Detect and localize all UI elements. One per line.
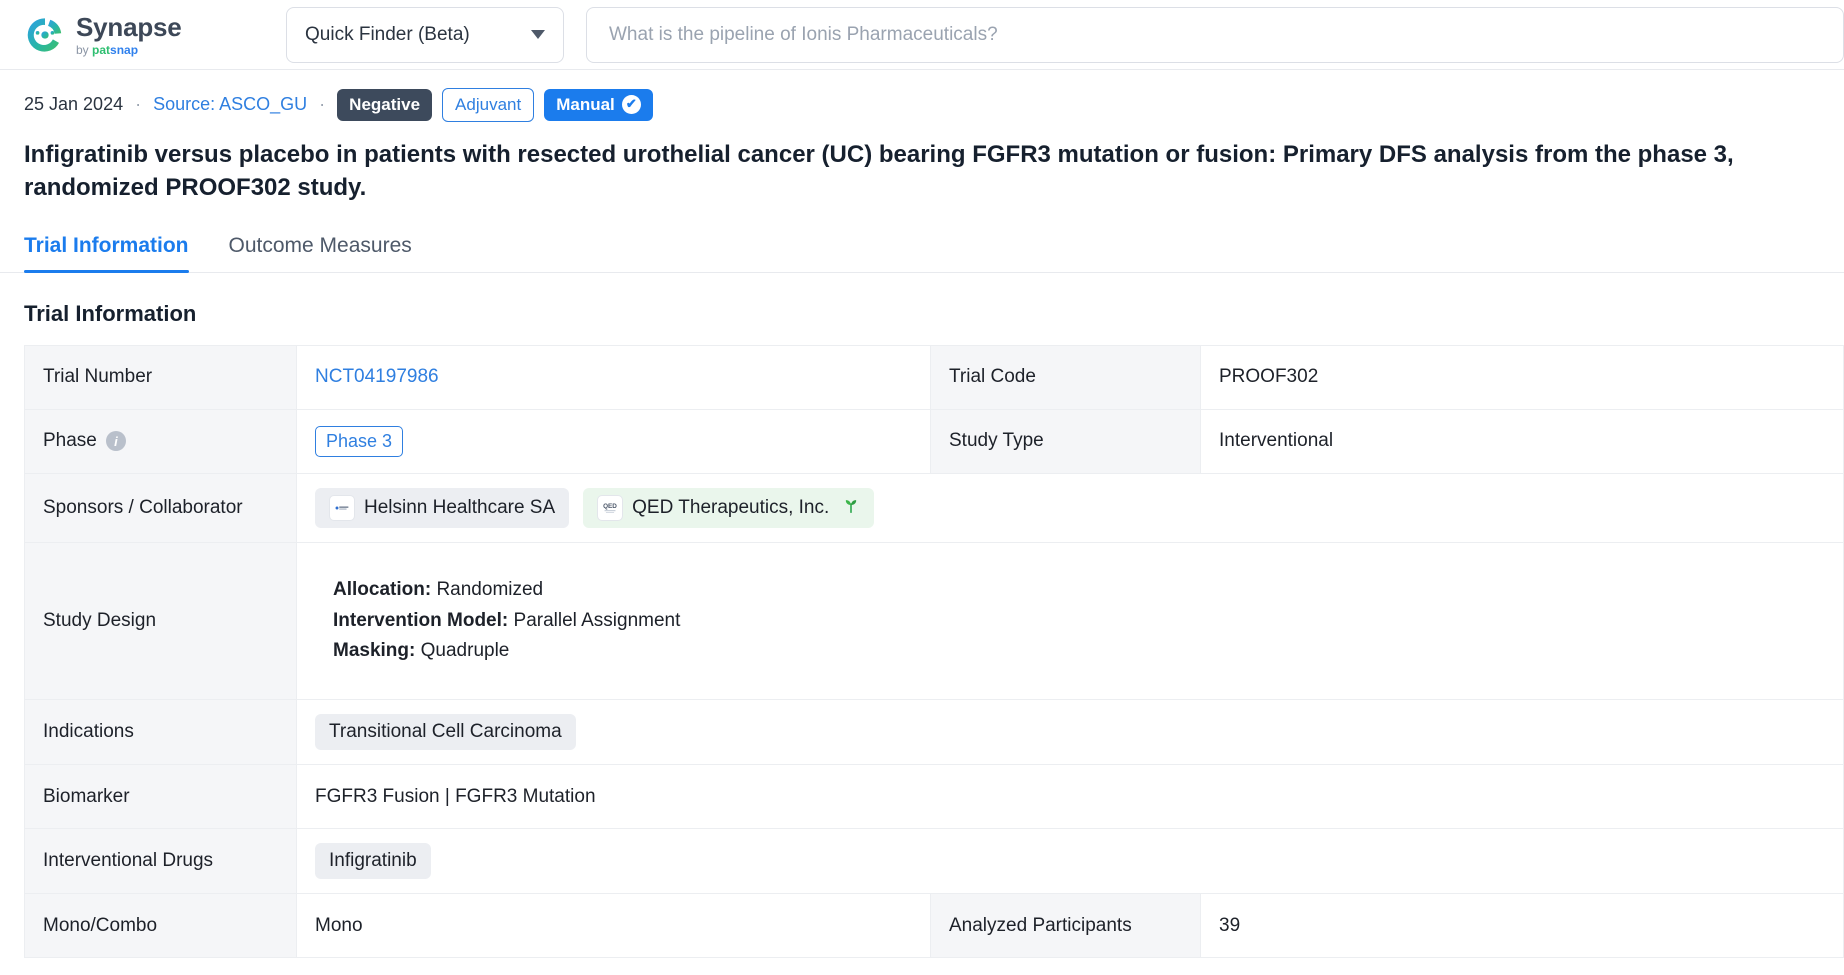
logo-snap-text: snap — [110, 42, 139, 57]
meta-separator-2: · — [319, 94, 326, 115]
search-input[interactable] — [607, 22, 1823, 47]
trial-information-table: Trial Number NCT04197986 Trial Code PROO… — [24, 344, 1844, 959]
label-biomarker: Biomarker — [25, 765, 297, 829]
app-header: Synapse by patsnap Quick Finder (Beta) — [0, 0, 1844, 70]
table-row: Sponsors / Collaborator Helsinn Healthca… — [25, 473, 1844, 543]
page-title: Infigratinib versus placebo in patients … — [24, 140, 1734, 201]
table-row: Study Design Allocation: Randomized Inte… — [25, 542, 1844, 701]
label-indications: Indications — [25, 700, 297, 765]
value-interventional-drugs: Infigratinib — [297, 829, 1844, 894]
meta-separator-1: · — [135, 94, 142, 115]
value-phase: Phase 3 — [297, 409, 931, 473]
badge-manual-label: Manual — [556, 95, 615, 114]
status-badge-adjuvant[interactable]: Adjuvant — [442, 88, 535, 122]
table-row: Phase i Phase 3 Study Type Interventiona… — [25, 409, 1844, 474]
value-indications: Transitional Cell Carcinoma — [297, 700, 1844, 765]
sponsor-helsinn-label: Helsinn Healthcare SA — [364, 496, 556, 518]
table-row: Mono/Combo Mono Analyzed Participants 39 — [25, 894, 1844, 959]
label-trial-number: Trial Number — [25, 345, 297, 409]
logo-subtitle: by patsnap — [76, 44, 182, 56]
study-design-allocation: Allocation: Randomized — [333, 579, 543, 600]
sprout-icon — [842, 496, 860, 520]
helsinn-logo-icon — [329, 494, 355, 521]
value-study-design: Allocation: Randomized Intervention Mode… — [297, 542, 1844, 700]
trial-number-link[interactable]: NCT04197986 — [315, 366, 439, 388]
source-link[interactable]: Source: ASCO_GU — [153, 94, 307, 115]
badge-adjuvant-label: Adjuvant — [455, 95, 522, 114]
info-icon[interactable]: i — [105, 431, 126, 452]
logo-title: Synapse — [76, 11, 182, 42]
value-analyzed-participants: 39 — [1201, 894, 1844, 958]
table-row: Interventional Drugs Infigratinib — [25, 829, 1844, 895]
tab-outcome-measures[interactable]: Outcome Measures — [211, 224, 412, 272]
label-trial-code: Trial Code — [931, 345, 1201, 409]
quick-finder-label: Quick Finder (Beta) — [305, 23, 470, 45]
tab-trial-information[interactable]: Trial Information — [24, 224, 211, 273]
svg-text:QED: QED — [603, 503, 617, 510]
study-design-allocation-value: Randomized — [436, 578, 544, 600]
app-logo[interactable]: Synapse by patsnap — [24, 14, 224, 56]
sponsor-qed-label: QED Therapeutics, Inc. — [632, 496, 830, 518]
study-design-masking-value: Quadruple — [420, 640, 510, 662]
label-mono-combo: Mono/Combo — [25, 894, 297, 958]
label-study-design: Study Design — [25, 542, 297, 700]
table-row: Trial Number NCT04197986 Trial Code PROO… — [25, 345, 1844, 410]
label-analyzed-participants: Analyzed Participants — [931, 894, 1201, 958]
table-row: Indications Transitional Cell Carcinoma — [25, 700, 1844, 766]
value-study-type: Interventional — [1201, 409, 1844, 473]
logo-by-text: by — [76, 42, 89, 57]
tab-bar: Trial Information Outcome Measures — [0, 224, 1844, 273]
publication-date: 25 Jan 2024 — [24, 94, 124, 115]
label-interventional-drugs: Interventional Drugs — [25, 829, 297, 894]
synapse-logo-icon — [24, 14, 66, 56]
study-design-intervention-model-key: Intervention Model: — [333, 609, 509, 631]
label-phase-text: Phase — [43, 430, 97, 452]
qed-logo-icon: QED — [597, 494, 624, 521]
value-biomarker: FGFR3 Fusion | FGFR3 Mutation — [297, 765, 1844, 829]
table-row: Biomarker FGFR3 Fusion | FGFR3 Mutation — [25, 765, 1844, 830]
chevron-down-icon[interactable] — [531, 30, 545, 39]
indication-tag[interactable]: Transitional Cell Carcinoma — [315, 714, 576, 751]
tab-outcome-measures-label: Outcome Measures — [228, 233, 412, 257]
value-trial-code: PROOF302 — [1201, 345, 1844, 409]
study-design-masking-key: Masking: — [333, 640, 416, 662]
value-mono-combo: Mono — [297, 894, 931, 958]
meta-row: 25 Jan 2024 · Source: ASCO_GU · Negative… — [0, 70, 1844, 122]
study-design-intervention-model: Intervention Model: Parallel Assignment — [333, 610, 680, 631]
drug-tag[interactable]: Infigratinib — [315, 843, 431, 880]
tab-trial-information-label: Trial Information — [24, 233, 189, 257]
label-phase: Phase i — [25, 409, 297, 473]
logo-pat-text: pat — [92, 42, 111, 57]
study-design-intervention-model-value: Parallel Assignment — [513, 609, 681, 631]
study-design-masking: Masking: Quadruple — [333, 640, 509, 661]
sponsor-tag-helsinn[interactable]: Helsinn Healthcare SA — [315, 487, 570, 528]
status-badge-manual[interactable]: Manual ✔ — [544, 89, 653, 121]
status-badge-negative[interactable]: Negative — [337, 89, 433, 121]
phase-pill[interactable]: Phase 3 — [315, 425, 404, 457]
quick-finder-dropdown[interactable]: Quick Finder (Beta) — [286, 6, 564, 63]
section-heading: Trial Information — [24, 300, 197, 326]
search-bar[interactable] — [586, 6, 1844, 63]
sponsor-tag-qed[interactable]: QED QED Therapeutics, Inc. — [583, 487, 875, 528]
check-circle-icon: ✔ — [621, 95, 641, 115]
label-study-type: Study Type — [931, 409, 1201, 473]
label-sponsors: Sponsors / Collaborator — [25, 473, 297, 542]
value-sponsors: Helsinn Healthcare SA QED QED Therapeuti… — [297, 473, 1844, 542]
value-trial-number: NCT04197986 — [297, 345, 931, 409]
badge-negative-label: Negative — [349, 95, 421, 114]
study-design-allocation-key: Allocation: — [333, 578, 432, 600]
